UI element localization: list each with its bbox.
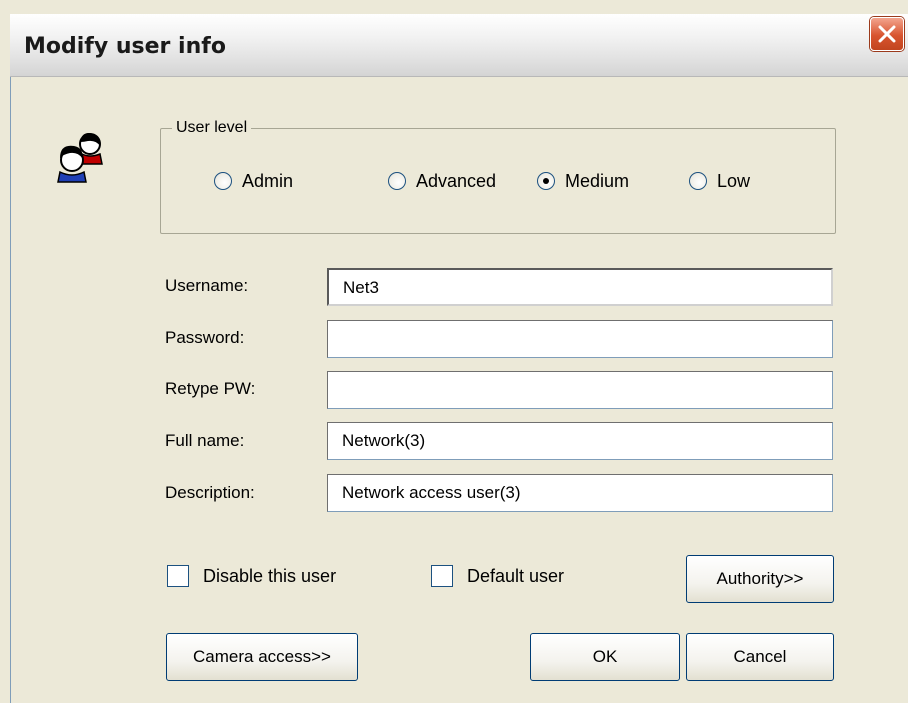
radio-advanced-label: Advanced <box>416 170 497 191</box>
cancel-button[interactable]: Cancel <box>686 633 834 681</box>
default-user-box[interactable] <box>431 565 453 587</box>
radio-medium[interactable]: Medium <box>537 170 629 192</box>
retype-password-input[interactable] <box>327 371 833 409</box>
password-input[interactable] <box>327 320 833 358</box>
close-icon <box>878 25 896 43</box>
users-icon <box>52 128 112 193</box>
description-label: Description: <box>165 483 255 502</box>
username-label: Username: <box>165 276 249 295</box>
user-level-label: User level <box>172 119 252 137</box>
radio-low-circle[interactable] <box>689 172 707 190</box>
title-bar: Modify user info <box>10 14 908 77</box>
radio-advanced[interactable]: Advanced <box>388 170 496 192</box>
default-user-checkbox[interactable]: Default user <box>431 565 564 587</box>
disable-user-checkbox[interactable]: Disable this user <box>167 565 336 587</box>
radio-medium-circle[interactable] <box>537 172 555 190</box>
camera-access-button[interactable]: Camera access>> <box>166 633 358 681</box>
password-label: Password: <box>165 328 245 347</box>
username-input[interactable]: Net3 <box>327 268 833 306</box>
close-button[interactable] <box>870 17 904 51</box>
radio-advanced-circle[interactable] <box>388 172 406 190</box>
retype-password-label: Retype PW: <box>165 379 256 398</box>
fullname-label: Full name: <box>165 431 245 450</box>
disable-user-label: Disable this user <box>203 565 337 586</box>
default-user-label: Default user <box>467 565 565 586</box>
radio-admin-circle[interactable] <box>214 172 232 190</box>
radio-medium-label: Medium <box>565 170 630 191</box>
description-input[interactable]: Network access user(3) <box>327 474 833 512</box>
ok-button[interactable]: OK <box>530 633 680 681</box>
radio-admin[interactable]: Admin <box>214 170 293 192</box>
radio-low-label: Low <box>717 170 751 191</box>
window-title: Modify user info <box>24 34 226 59</box>
radio-admin-label: Admin <box>242 170 294 191</box>
authority-button[interactable]: Authority>> <box>686 555 834 603</box>
disable-user-box[interactable] <box>167 565 189 587</box>
radio-low[interactable]: Low <box>689 170 750 192</box>
fullname-input[interactable]: Network(3) <box>327 422 833 460</box>
